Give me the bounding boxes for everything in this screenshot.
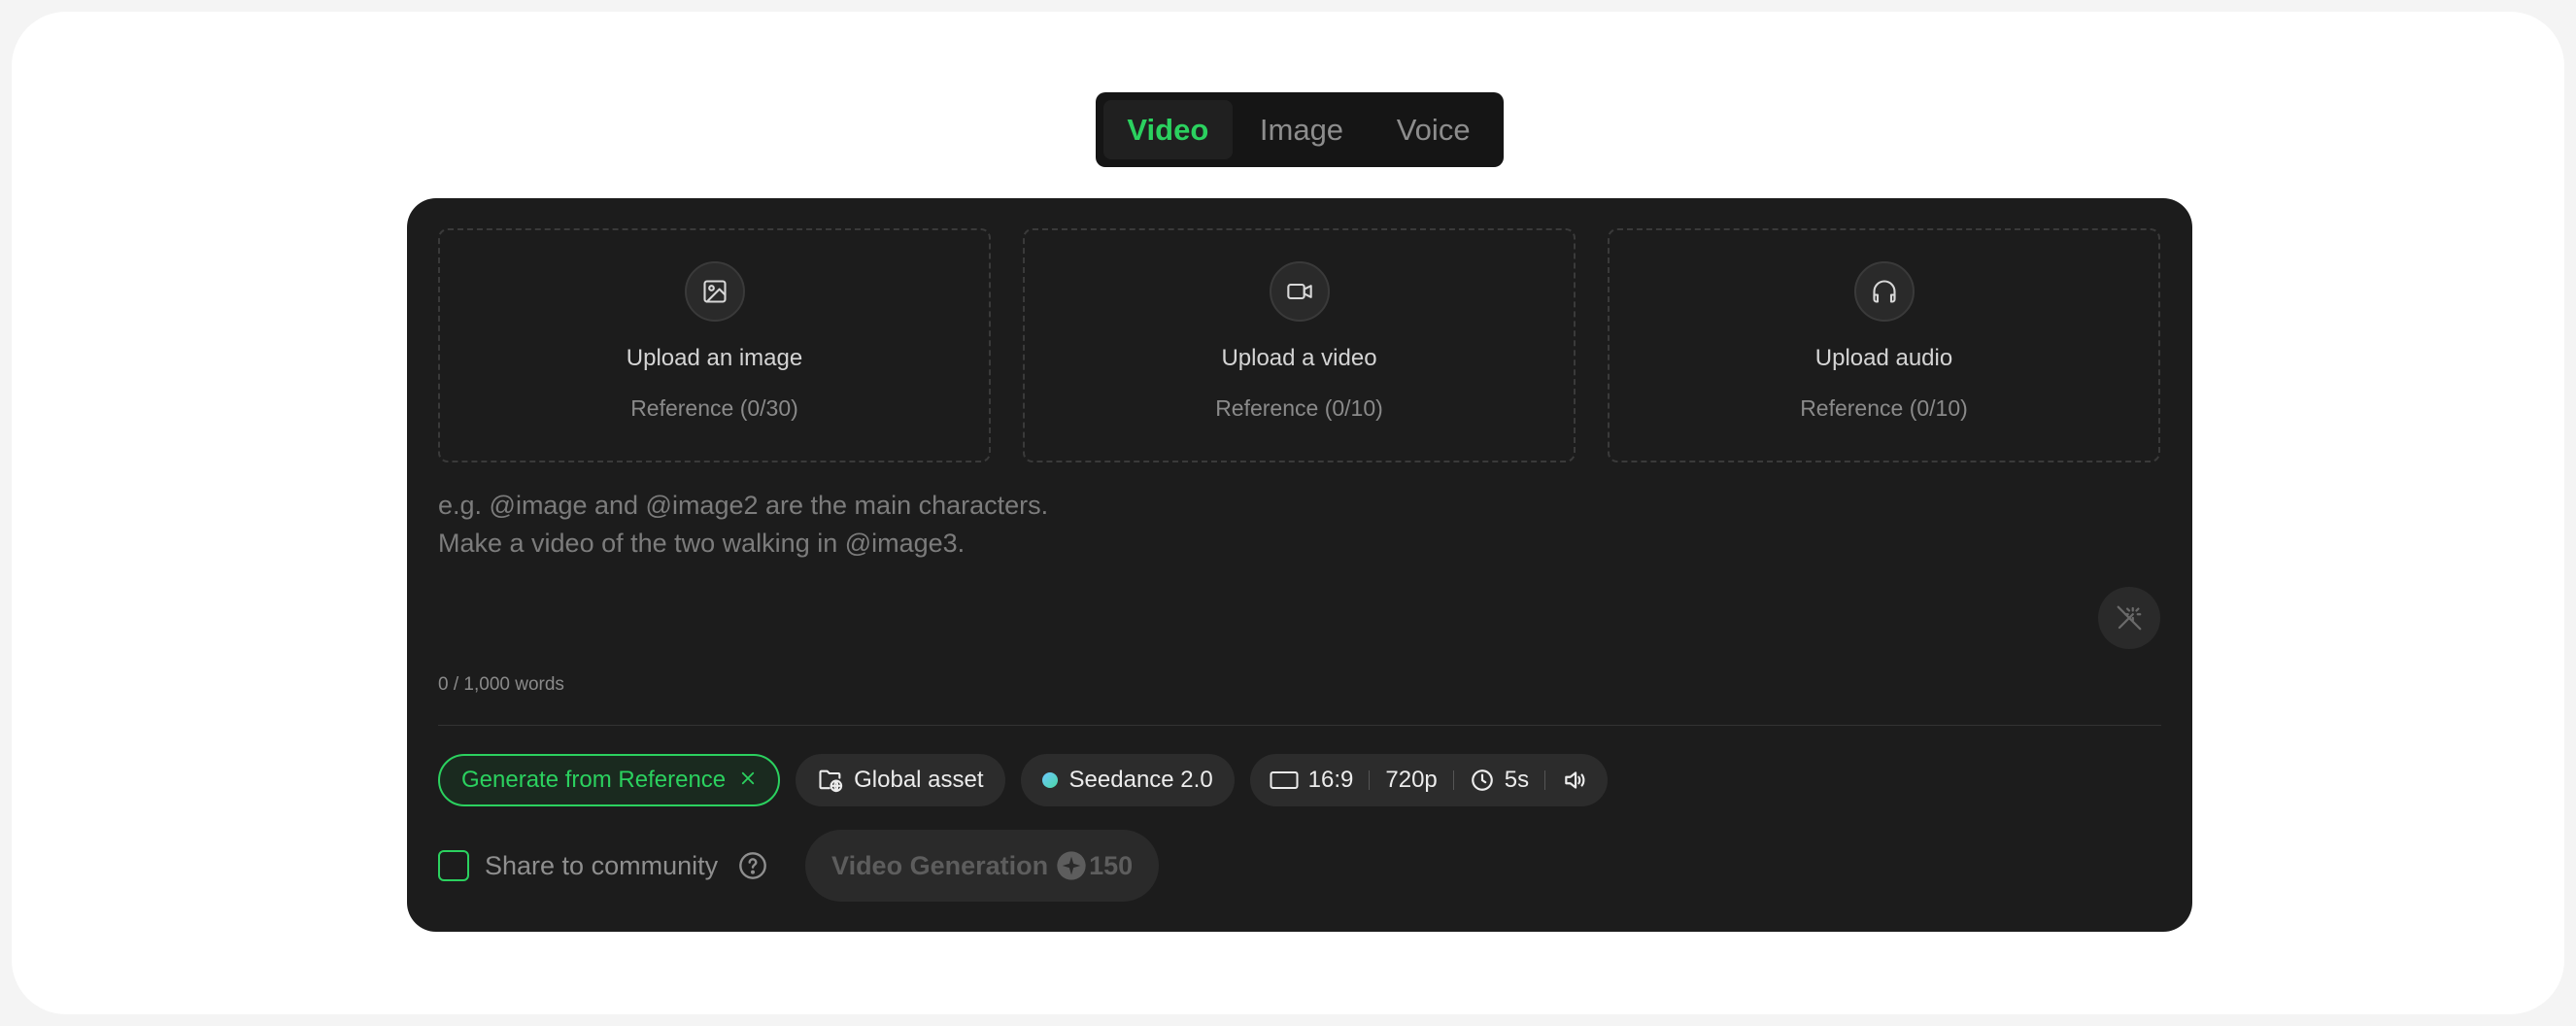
- upload-image-dropzone[interactable]: Upload an image Reference (0/30): [438, 228, 991, 462]
- credit-icon: [1056, 850, 1087, 881]
- generate-from-reference-chip[interactable]: Generate from Reference: [438, 754, 781, 806]
- options-row: Generate from Reference Global asset See…: [438, 754, 1609, 806]
- upload-video-title: Upload a video: [1221, 345, 1377, 371]
- generation-card: Upload an image Reference (0/30) Upload …: [407, 198, 2192, 932]
- global-asset-label: Global asset: [854, 767, 984, 793]
- magic-wand-icon: [2117, 605, 2142, 631]
- video-camera-icon: [1269, 261, 1330, 322]
- settings-separator: [1369, 770, 1371, 790]
- settings-separator: [1452, 770, 1454, 790]
- video-generation-label: Video Generation: [831, 850, 1049, 880]
- aspect-ratio-icon: [1270, 770, 1299, 791]
- tab-image[interactable]: Image: [1237, 100, 1368, 159]
- model-selector-chip[interactable]: Seedance 2.0: [1020, 754, 1235, 806]
- share-community-label: Share to community: [485, 850, 719, 880]
- image-icon: [684, 261, 745, 322]
- folder-globe-icon: [817, 767, 844, 794]
- upload-video-dropzone[interactable]: Upload a video Reference (0/10): [1023, 228, 1576, 462]
- speaker-icon: [1561, 768, 1588, 793]
- upload-image-title: Upload an image: [626, 345, 803, 371]
- model-logo-icon: [1041, 772, 1058, 788]
- video-settings-chip[interactable]: 16:9 720p 5s: [1249, 754, 1609, 806]
- upload-image-reference: Reference (0/30): [630, 395, 798, 421]
- upload-audio-title: Upload audio: [1814, 345, 1953, 371]
- share-community-checkbox[interactable]: [438, 850, 469, 881]
- upload-row: Upload an image Reference (0/30) Upload …: [438, 228, 2160, 462]
- headphones-icon: [1853, 261, 1915, 322]
- upload-audio-dropzone[interactable]: Upload audio Reference (0/10): [1608, 228, 2160, 462]
- settings-separator: [1544, 770, 1546, 790]
- word-counter: 0 / 1,000 words: [438, 674, 564, 695]
- action-row: Share to community Video Generation 150: [438, 830, 1160, 902]
- magic-wand-button[interactable]: [2098, 587, 2160, 649]
- tab-video[interactable]: Video: [1103, 100, 1233, 159]
- divider: [438, 725, 2161, 726]
- prompt-input[interactable]: [438, 487, 2109, 633]
- upload-video-reference: Reference (0/10): [1215, 395, 1383, 421]
- help-icon[interactable]: [737, 850, 768, 881]
- aspect-ratio-value: 16:9: [1307, 767, 1354, 793]
- mode-tabs: Video Image Voice: [1096, 92, 1504, 167]
- duration-value: 5s: [1504, 767, 1530, 793]
- generate-from-reference-label: Generate from Reference: [461, 767, 727, 793]
- global-asset-chip[interactable]: Global asset: [796, 754, 1005, 806]
- model-label: Seedance 2.0: [1068, 767, 1213, 793]
- tab-voice[interactable]: Voice: [1371, 100, 1496, 159]
- resolution-value: 720p: [1385, 767, 1438, 793]
- credit-cost: 150: [1089, 850, 1134, 880]
- video-generation-button[interactable]: Video Generation 150: [805, 830, 1160, 902]
- close-icon[interactable]: [739, 767, 757, 794]
- page-frame: Video Image Voice Upload an image Refere…: [12, 12, 2564, 1014]
- upload-audio-reference: Reference (0/10): [1800, 395, 1968, 421]
- clock-icon: [1470, 768, 1495, 793]
